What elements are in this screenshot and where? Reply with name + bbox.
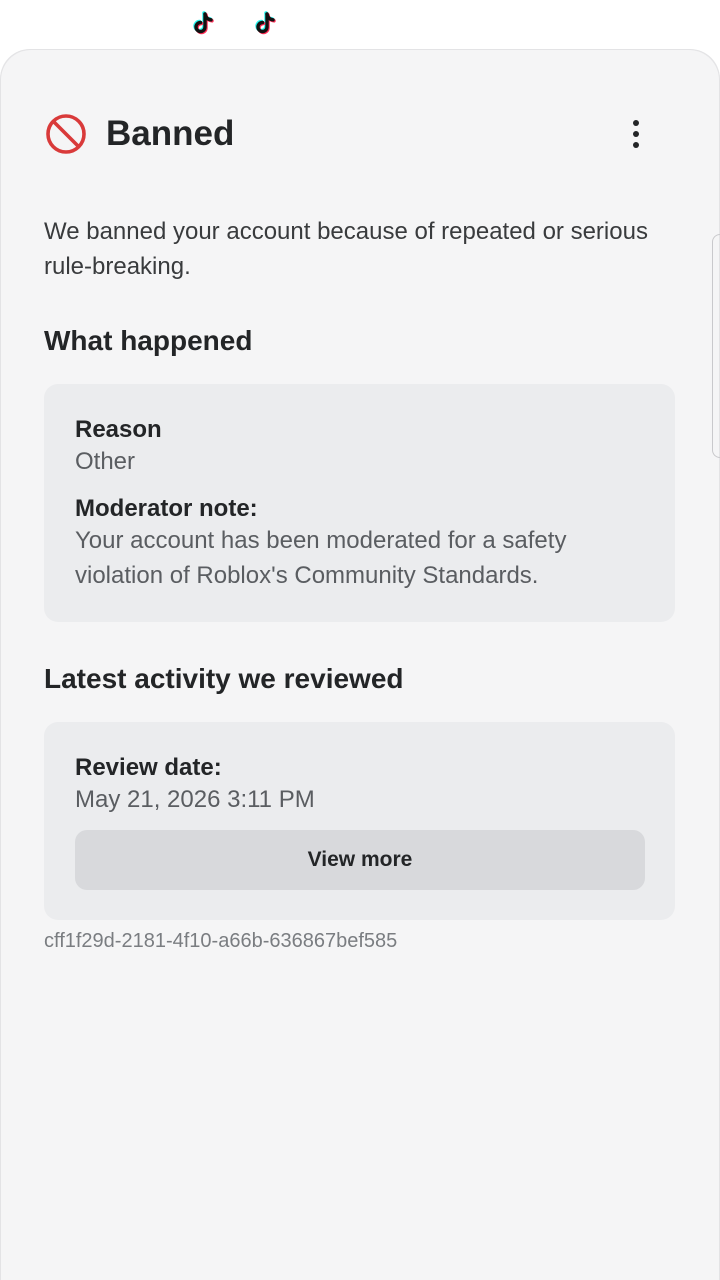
review-date-label: Review date: <box>75 754 222 781</box>
what-happened-card: Reason Other Moderator note: Your accoun… <box>44 384 675 622</box>
prohibited-icon <box>44 112 88 156</box>
reason-label: Reason <box>75 416 162 443</box>
moderator-note-value: Your account has been moderated for a sa… <box>75 527 567 589</box>
latest-activity-card: Review date: May 21, 2026 3:11 PM View m… <box>44 722 675 920</box>
more-options-button[interactable] <box>616 114 656 154</box>
ban-notice-sheet: Banned We banned your account because of… <box>0 50 720 1280</box>
ban-description: We banned your account because of repeat… <box>44 218 648 280</box>
status-bar <box>0 0 720 50</box>
what-happened-heading: What happened <box>44 325 253 356</box>
latest-activity-heading: Latest activity we reviewed <box>44 663 404 694</box>
scrollbar[interactable] <box>712 234 720 458</box>
tiktok-icon <box>190 10 218 38</box>
page-title: Banned <box>106 114 235 153</box>
review-date-value: May 21, 2026 3:11 PM <box>75 786 315 813</box>
tiktok-icon <box>252 10 280 38</box>
view-more-button[interactable]: View more <box>75 830 645 890</box>
more-vertical-icon <box>633 120 639 148</box>
moderator-note-label: Moderator note: <box>75 495 258 522</box>
reason-value: Other <box>75 448 136 475</box>
trace-id: cff1f29d-2181-4f10-a66b-636867bef585 <box>44 930 398 952</box>
header: Banned <box>44 112 676 158</box>
